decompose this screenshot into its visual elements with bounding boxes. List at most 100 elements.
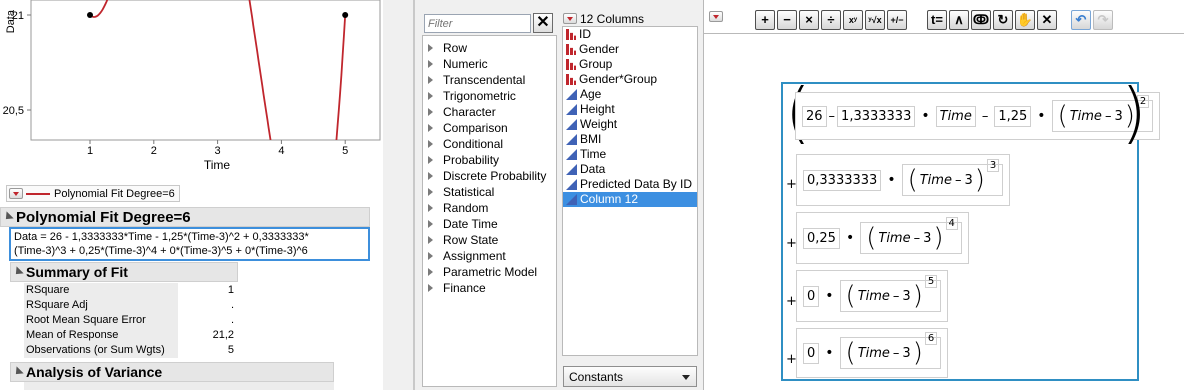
power-group[interactable]: ( Time – 3 ) 5: [839, 275, 942, 312]
disclosure-icon[interactable]: [12, 366, 24, 378]
coefficient-slot[interactable]: 1,3333333: [837, 105, 916, 127]
function-category-item[interactable]: Numeric: [423, 56, 556, 72]
divide-button[interactable]: ÷: [821, 10, 841, 30]
column-item[interactable]: Gender: [563, 42, 697, 57]
column-item[interactable]: Gender*Group: [563, 72, 697, 87]
subtract-button[interactable]: −: [777, 10, 797, 30]
column-item[interactable]: Age: [563, 87, 697, 102]
local-button[interactable]: ↂ: [971, 10, 991, 30]
coefficient-slot[interactable]: 0,25: [803, 227, 840, 249]
expand-arrow-icon[interactable]: [428, 76, 433, 84]
expand-arrow-icon[interactable]: [428, 284, 433, 292]
legend[interactable]: Polynomial Fit Degree=6: [6, 185, 180, 202]
constant-slot[interactable]: 3: [964, 173, 972, 188]
function-category-item[interactable]: Statistical: [423, 184, 556, 200]
formula-menu-icon[interactable]: [709, 11, 723, 22]
exponent-slot[interactable]: 3: [986, 159, 1000, 172]
expand-arrow-icon[interactable]: [428, 124, 433, 132]
constant-slot[interactable]: 3: [902, 289, 910, 304]
exponent-slot[interactable]: 6: [924, 332, 938, 345]
multiply-button[interactable]: ×: [799, 10, 819, 30]
expand-arrow-icon[interactable]: [428, 92, 433, 100]
variable-slot[interactable]: Time: [935, 105, 976, 127]
raise-level-button[interactable]: ∧: [949, 10, 969, 30]
function-category-item[interactable]: Comparison: [423, 120, 556, 136]
function-category-item[interactable]: Trigonometric: [423, 88, 556, 104]
columns-header[interactable]: 12 Columns: [563, 11, 644, 26]
disclosure-icon[interactable]: [12, 266, 24, 278]
column-item[interactable]: Column 12: [563, 192, 697, 207]
formula-term-3[interactable]: 0,25 • ( Time – 3 ) 4: [796, 212, 969, 264]
swap-button[interactable]: ↻: [993, 10, 1013, 30]
column-item[interactable]: Time: [563, 147, 697, 162]
expand-arrow-icon[interactable]: [428, 108, 433, 116]
expand-arrow-icon[interactable]: [428, 44, 433, 52]
assign-button[interactable]: t=: [927, 10, 947, 30]
change-sign-button[interactable]: +/−: [887, 10, 907, 30]
expand-arrow-icon[interactable]: [428, 156, 433, 164]
function-category-item[interactable]: Parametric Model: [423, 264, 556, 280]
expand-arrow-icon[interactable]: [428, 268, 433, 276]
expand-arrow-icon[interactable]: [428, 252, 433, 260]
variable-slot[interactable]: Time: [858, 289, 890, 304]
function-category-item[interactable]: Row State: [423, 232, 556, 248]
formula-term-5[interactable]: 0 • ( Time – 3 ) 6: [796, 328, 949, 378]
power-group[interactable]: ( Time – 3 ) 4: [860, 217, 962, 254]
coefficient-slot[interactable]: 0: [803, 285, 820, 307]
summary-header[interactable]: Summary of Fit: [10, 262, 238, 282]
column-list[interactable]: ID Gender Group Gender*Group Age Height Weight…: [562, 26, 698, 356]
expand-arrow-icon[interactable]: [428, 236, 433, 244]
column-item[interactable]: Data: [563, 162, 697, 177]
function-category-item[interactable]: Discrete Probability: [423, 168, 556, 184]
function-category-item[interactable]: Conditional: [423, 136, 556, 152]
formula-term-1[interactable]: 26 – 1,3333333 • Time – 1,25 • ( Time – …: [795, 92, 1161, 140]
power-group[interactable]: ( Time – 3 ) 6: [839, 332, 942, 369]
variable-slot[interactable]: Time: [1070, 109, 1102, 124]
power-group[interactable]: ( Time – 3 ) 3: [901, 159, 1004, 196]
function-category-item[interactable]: Probability: [423, 152, 556, 168]
constant-slot[interactable]: 3: [923, 231, 931, 246]
disclosure-icon[interactable]: [2, 211, 14, 223]
function-category-item[interactable]: Assignment: [423, 248, 556, 264]
columns-menu-icon[interactable]: [563, 13, 577, 24]
function-category-item[interactable]: Finance: [423, 280, 556, 296]
function-category-list[interactable]: Row Numeric Transcendental Trigonometric Cha…: [422, 35, 557, 387]
column-item[interactable]: Group: [563, 57, 697, 72]
exponent-slot[interactable]: 4: [945, 217, 958, 230]
delete-button[interactable]: ✕: [1037, 10, 1057, 30]
expand-arrow-icon[interactable]: [428, 220, 433, 228]
anova-header[interactable]: Analysis of Variance: [10, 362, 334, 382]
expand-arrow-icon[interactable]: [428, 204, 433, 212]
column-item[interactable]: Height: [563, 102, 697, 117]
function-category-item[interactable]: Date Time: [423, 216, 556, 232]
constant-slot[interactable]: 26: [802, 105, 827, 127]
function-category-item[interactable]: Row: [423, 40, 556, 56]
column-item[interactable]: ID: [563, 27, 697, 42]
variable-slot[interactable]: Time: [878, 231, 910, 246]
coefficient-slot[interactable]: 1,25: [994, 105, 1032, 127]
power-button[interactable]: xʸ: [843, 10, 863, 30]
coefficient-slot[interactable]: 0,3333333: [803, 169, 882, 191]
legend-menu-icon[interactable]: [9, 188, 23, 199]
filter-input[interactable]: [424, 14, 531, 33]
constant-slot[interactable]: 3: [902, 346, 910, 361]
column-item[interactable]: BMI: [563, 132, 697, 147]
column-item[interactable]: Weight: [563, 117, 697, 132]
column-item[interactable]: Predicted Data By ID: [563, 177, 697, 192]
function-category-item[interactable]: Character: [423, 104, 556, 120]
variable-slot[interactable]: Time: [858, 346, 890, 361]
peel-button[interactable]: ✋: [1015, 10, 1035, 30]
exponent-slot[interactable]: 5: [924, 275, 938, 288]
redo-button[interactable]: ↷: [1093, 10, 1113, 30]
expand-arrow-icon[interactable]: [428, 188, 433, 196]
clear-filter-button[interactable]: ✕: [533, 13, 553, 33]
expand-arrow-icon[interactable]: [428, 172, 433, 180]
data-point[interactable]: [87, 12, 93, 18]
add-button[interactable]: +: [755, 10, 775, 30]
undo-button[interactable]: ↶: [1071, 10, 1091, 30]
root-button[interactable]: ʸ√x: [865, 10, 885, 30]
formula-term-2[interactable]: 0,3333333 • ( Time – 3 ) 3: [796, 154, 1011, 206]
formula-term-4[interactable]: 0 • ( Time – 3 ) 5: [796, 270, 949, 322]
formula-display[interactable]: ( 26 – 1,3333333 • Time – 1,25 • ( Time …: [781, 80, 1161, 381]
constants-dropdown[interactable]: Constants: [563, 366, 697, 387]
